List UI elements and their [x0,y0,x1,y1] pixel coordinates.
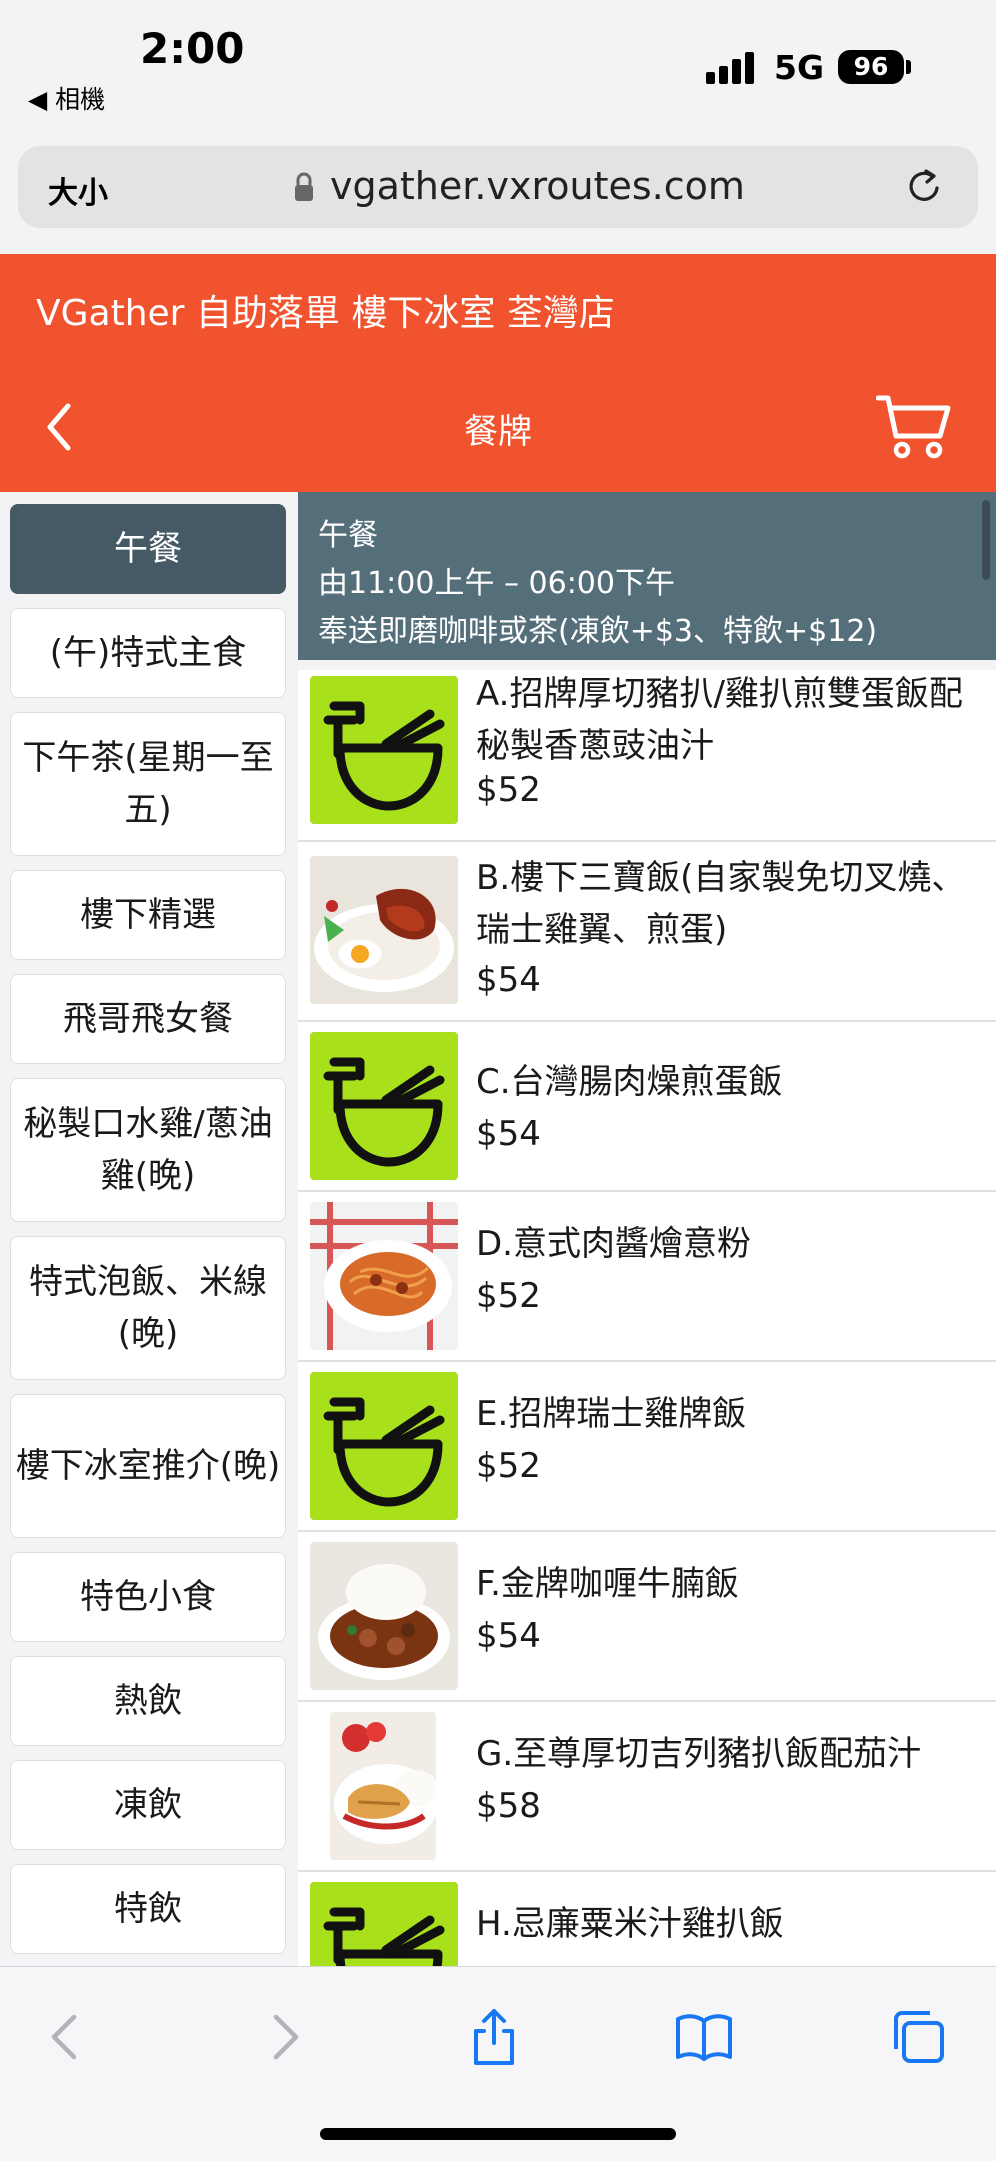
scroll-indicator [982,500,990,580]
status-bar: 2:00 ◀ 相機 5G 96 [0,0,996,140]
store-name: VGather 自助落單 樓下冰室 荃灣店 [36,293,615,334]
food-photo [330,1712,436,1860]
item-price: $54 [476,1616,541,1656]
menu-item[interactable]: C.台灣腸肉燥煎蛋飯 $54 [298,1022,996,1192]
signal-icon [706,50,758,84]
category-chicken-evening[interactable]: 秘製口水雞/蔥油雞(晚) [10,1078,286,1222]
menu-item[interactable]: B.樓下三寶飯(自家製免切叉燒、瑞士雞翼、煎蛋) $54 [298,842,996,1022]
item-price: $54 [476,1114,541,1154]
menu-item[interactable]: A.招牌厚切豬扒/雞扒煎雙蛋飯配秘製香蔥豉油汁 $52 [298,670,996,842]
cart-icon[interactable] [876,392,952,462]
menu-panel: 午餐 由11:00上午 – 06:00下午 奉送即磨咖啡或茶(凍飲+$3、特飲+… [298,492,996,1966]
bowl-icon [310,676,458,824]
category-lunch[interactable]: 午餐 [10,504,286,594]
item-name: G.至尊厚切吉列豬扒飯配茄汁 [476,1734,922,1774]
bowl-icon [310,1372,458,1520]
category-feige-set[interactable]: 飛哥飛女餐 [10,974,286,1064]
category-cold-drinks[interactable]: 凍飲 [10,1760,286,1850]
bowl-icon [310,1882,458,1966]
section-header: 午餐 由11:00上午 – 06:00下午 奉送即磨咖啡或茶(凍飲+$3、特飲+… [298,492,996,660]
bookmarks-icon[interactable] [674,2007,734,2067]
bowl-icon [310,1032,458,1180]
category-special-drinks[interactable]: 特飲 [10,1864,286,1954]
item-name: H.忌廉粟米汁雞扒飯 [476,1904,784,1944]
category-rice-noodle-evening[interactable]: 特式泡飯、米線(晚) [10,1236,286,1380]
share-icon[interactable] [464,2007,524,2067]
network-type: 5G [774,48,825,87]
item-name: B.樓下三寶飯(自家製免切叉燒、瑞士雞翼、煎蛋) [476,858,966,950]
item-price: $52 [476,770,541,810]
back-to-app-link[interactable]: ◀ 相機 [28,80,105,116]
section-hours: 由11:00上午 – 06:00下午 [318,566,675,601]
forward-arrow-icon[interactable] [254,2007,314,2067]
menu-item[interactable]: H.忌廉粟米汁雞扒飯 [298,1872,996,1966]
tabs-icon[interactable] [888,2007,948,2067]
menu-item[interactable]: F.金牌咖喱牛腩飯 $54 [298,1532,996,1702]
item-price: $52 [476,1276,541,1316]
battery-tip [906,60,911,74]
food-photo [310,856,458,1004]
food-photo [310,1202,458,1350]
reload-icon[interactable] [904,166,944,206]
item-name: E.招牌瑞士雞牌飯 [476,1394,747,1434]
item-price: $54 [476,960,541,1000]
home-indicator [320,2128,676,2140]
battery-icon: 96 [838,50,904,84]
category-afternoon-tea[interactable]: 下午茶(星期一至五) [10,712,286,856]
category-sidebar: 午餐 (午)特式主食 下午茶(星期一至五) 樓下精選 飛哥飛女餐 秘製口水雞/蔥… [10,502,288,1966]
item-name: F.金牌咖喱牛腩飯 [476,1564,739,1604]
category-snacks[interactable]: 特色小食 [10,1552,286,1642]
category-hot-drinks[interactable]: 熱飲 [10,1656,286,1746]
food-photo [310,1542,458,1690]
address-bar[interactable]: 大小 vgather.vxroutes.com [18,146,978,228]
app-header: VGather 自助落單 樓下冰室 荃灣店 餐牌 [0,254,996,492]
item-price: $52 [476,1446,541,1486]
section-note: 奉送即磨咖啡或茶(凍飲+$3、特飲+$12) [318,614,878,649]
category-recommend-evening[interactable]: 樓下冰室推介(晚) [10,1394,286,1538]
lock-icon [295,172,313,201]
clock: 2:00 [140,24,245,73]
category-special-staples[interactable]: (午)特式主食 [10,608,286,698]
page-title: 餐牌 [464,412,532,452]
menu-item[interactable]: D.意式肉醬燴意粉 $52 [298,1192,996,1362]
menu-item[interactable]: E.招牌瑞士雞牌飯 $52 [298,1362,996,1532]
back-arrow-icon[interactable] [36,2007,96,2067]
item-price: $58 [476,1786,541,1826]
text-size-button[interactable]: 大小 [48,168,108,212]
item-name: A.招牌厚切豬扒/雞扒煎雙蛋飯配秘製香蔥豉油汁 [476,674,963,766]
item-name: C.台灣腸肉燥煎蛋飯 [476,1062,783,1102]
category-downstairs-selection[interactable]: 樓下精選 [10,870,286,960]
url-text[interactable]: vgather.vxroutes.com [330,164,745,208]
item-name: D.意式肉醬燴意粉 [476,1224,751,1264]
menu-item[interactable]: G.至尊厚切吉列豬扒飯配茄汁 $58 [298,1702,996,1872]
section-title: 午餐 [318,518,378,553]
